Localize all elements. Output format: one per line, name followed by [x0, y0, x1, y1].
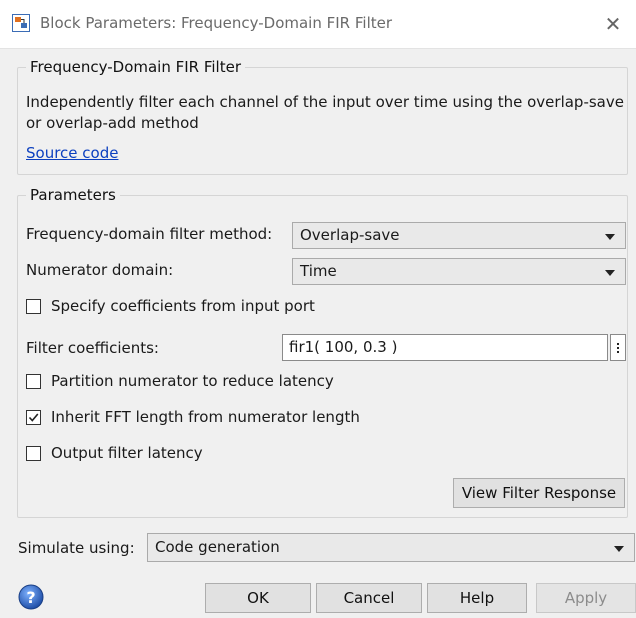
partition-numerator-checkbox[interactable] — [26, 374, 41, 389]
cancel-button[interactable]: Cancel — [316, 583, 422, 613]
more-options-button[interactable] — [610, 334, 626, 361]
simulate-using-label: Simulate using: — [18, 539, 135, 557]
filter-method-dropdown[interactable]: Overlap-save — [292, 222, 626, 249]
parameters-legend: Parameters — [30, 186, 116, 204]
simulate-using-value: Code generation — [155, 538, 280, 556]
chevron-down-icon — [614, 546, 624, 552]
inherit-fft-label: Inherit FFT length from numerator length — [51, 408, 360, 426]
ok-button[interactable]: OK — [205, 583, 311, 613]
help-button[interactable]: Help — [427, 583, 527, 613]
specify-coefficients-checkbox[interactable] — [26, 299, 41, 314]
simulate-using-dropdown[interactable]: Code generation — [147, 533, 635, 562]
block-name-legend: Frequency-Domain FIR Filter — [30, 58, 242, 76]
partition-numerator-label: Partition numerator to reduce latency — [51, 372, 334, 390]
view-filter-response-button[interactable]: View Filter Response — [453, 478, 625, 508]
filter-method-value: Overlap-save — [300, 226, 400, 244]
filter-coefficients-label: Filter coefficients: — [26, 339, 159, 357]
filter-method-label: Frequency-domain filter method: — [26, 225, 273, 243]
svg-text:?: ? — [26, 588, 35, 607]
help-icon[interactable]: ? — [18, 584, 44, 610]
numerator-domain-value: Time — [300, 262, 337, 280]
numerator-domain-dropdown[interactable]: Time — [292, 258, 626, 285]
output-latency-checkbox[interactable] — [26, 446, 41, 461]
output-latency-label: Output filter latency — [51, 444, 203, 462]
simulink-block-icon — [12, 14, 30, 32]
close-button[interactable]: ✕ — [590, 0, 636, 48]
numerator-domain-label: Numerator domain: — [26, 261, 174, 279]
window-title: Block Parameters: Frequency-Domain FIR F… — [40, 14, 393, 32]
specify-coefficients-label: Specify coefficients from input port — [51, 297, 315, 315]
checkmark-icon — [28, 413, 39, 422]
chevron-down-icon — [605, 270, 615, 276]
filter-coefficients-input[interactable]: fir1( 100, 0.3 ) — [282, 334, 608, 361]
block-description: Independently filter each channel of the… — [26, 93, 624, 132]
title-bar: Block Parameters: Frequency-Domain FIR F… — [0, 0, 636, 49]
apply-button[interactable]: Apply — [536, 583, 636, 613]
inherit-fft-checkbox[interactable] — [26, 410, 41, 425]
chevron-down-icon — [605, 234, 615, 240]
close-icon: ✕ — [604, 12, 622, 36]
source-code-link[interactable]: Source code — [26, 144, 118, 162]
filter-coefficients-value: fir1( 100, 0.3 ) — [289, 338, 398, 356]
